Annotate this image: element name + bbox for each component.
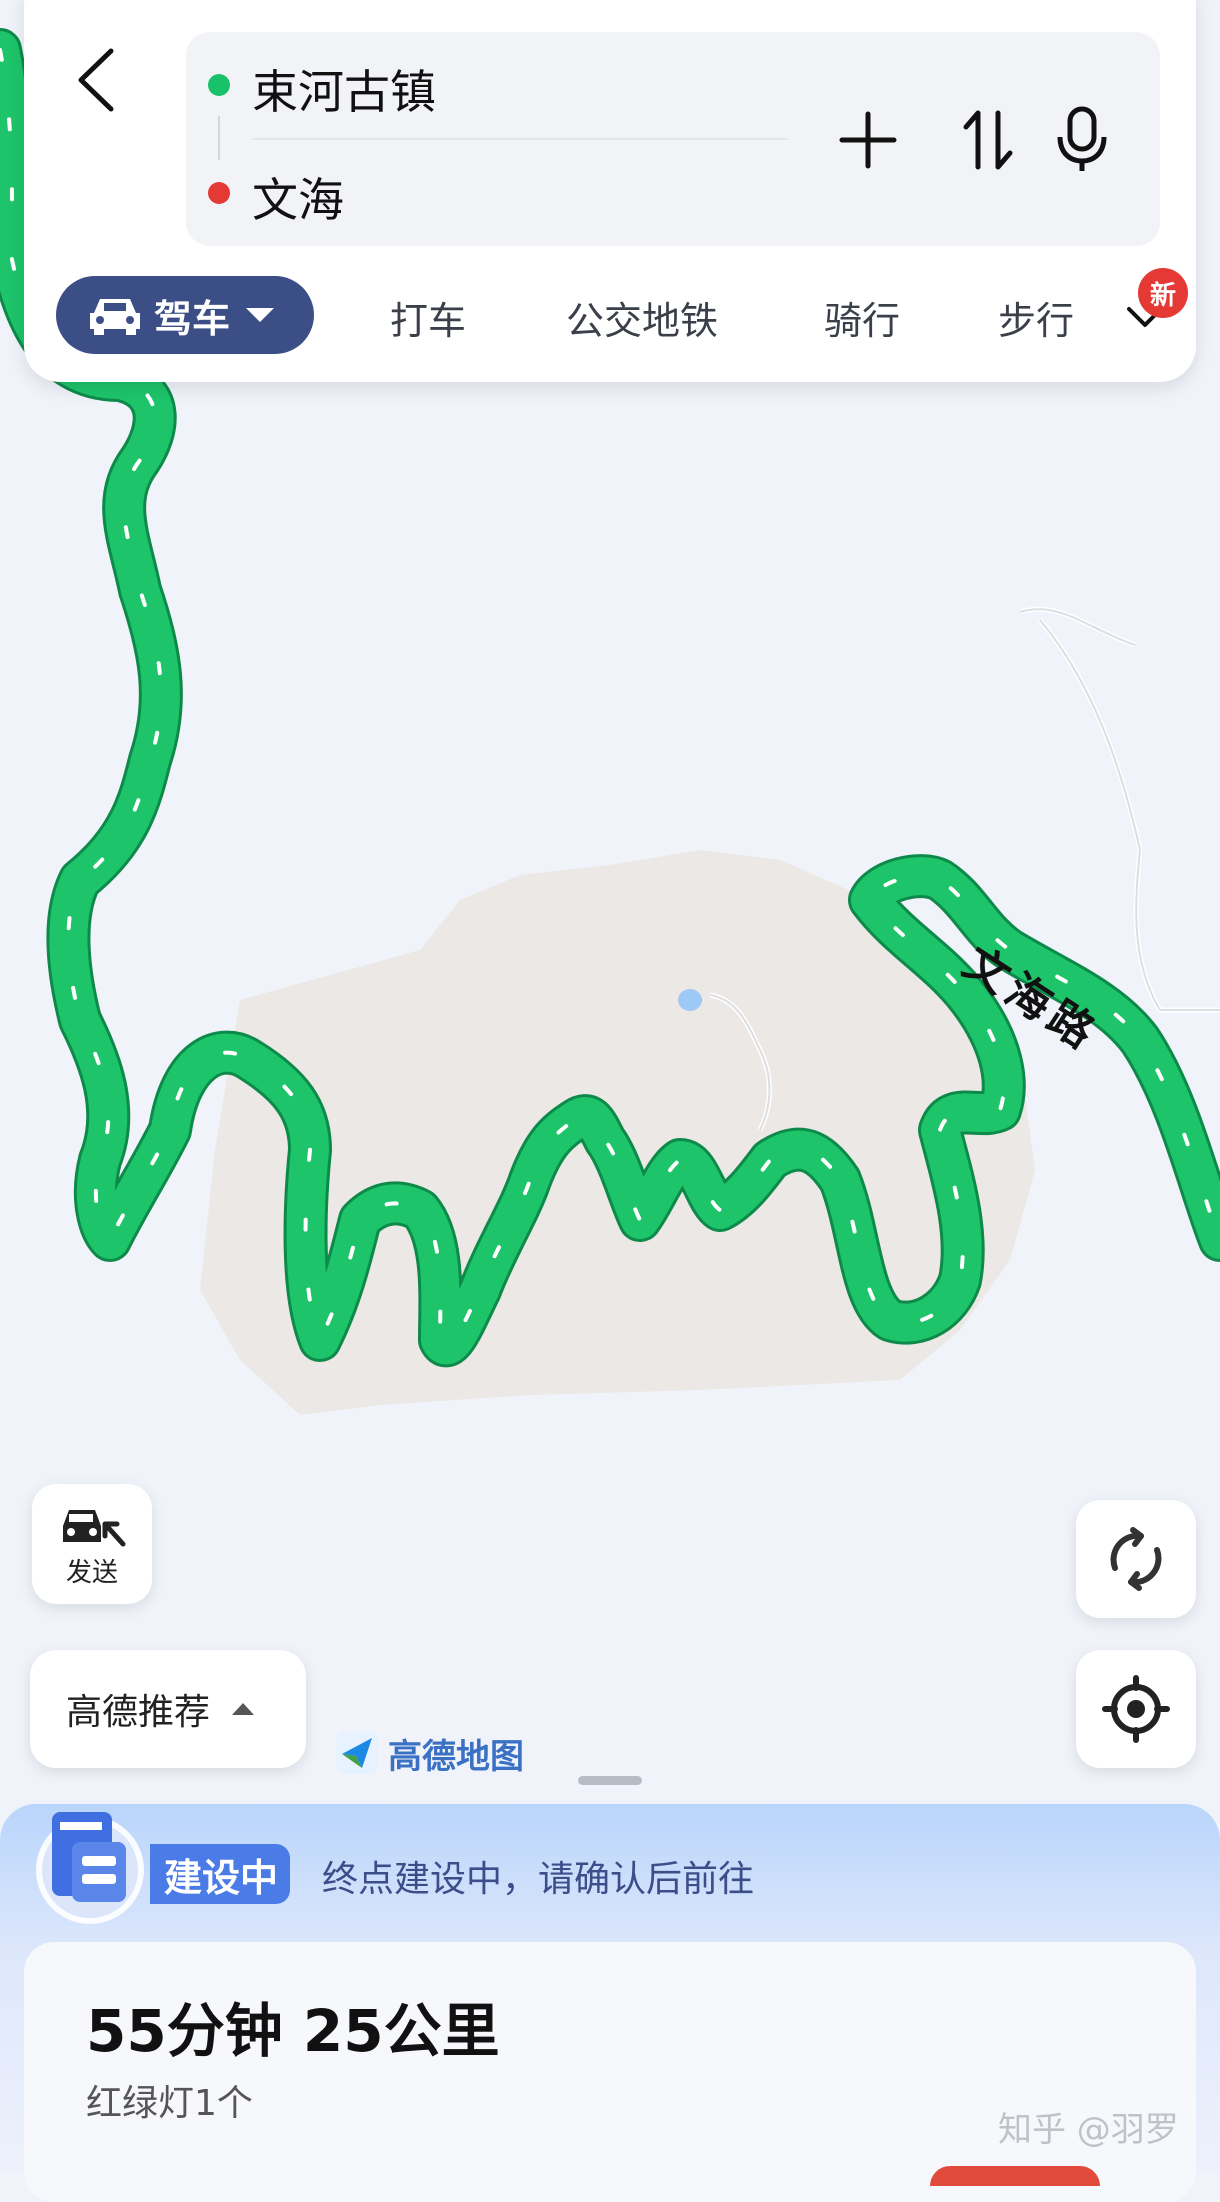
mode-bike-tab[interactable]: 骑行: [824, 290, 900, 345]
watermark: 知乎 @羽罗: [998, 2110, 1179, 2150]
amap-logo-icon: [336, 1732, 378, 1774]
car-icon: [90, 299, 140, 335]
refresh-icon: [1110, 1527, 1162, 1591]
end-location-field[interactable]: 文海: [252, 164, 344, 230]
travel-mode-bar: 驾车 打车 公交地铁 骑行 步行 新: [56, 268, 1188, 358]
locate-icon: [1102, 1675, 1170, 1743]
construction-status-badge: 建设中: [150, 1844, 291, 1904]
start-location-field[interactable]: 束河古镇: [252, 56, 436, 122]
locate-me-button[interactable]: [1076, 1650, 1196, 1768]
mode-drive-label: 驾车: [154, 296, 231, 341]
swap-route-button[interactable]: [950, 102, 1026, 178]
start-dot-icon: [208, 74, 230, 96]
send-car-icon: [63, 1509, 126, 1546]
route-eta: 55分钟 25公里: [86, 1997, 500, 2065]
mode-taxi-tab[interactable]: 打车: [390, 290, 466, 345]
end-dot-icon: [208, 182, 230, 204]
construction-icon: [36, 1812, 144, 1924]
chevron-left-icon: [78, 48, 114, 112]
voice-input-button[interactable]: [1044, 102, 1120, 178]
amap-logo: 高德地图: [334, 1730, 524, 1777]
back-button[interactable]: [60, 40, 130, 120]
route-info-card[interactable]: [24, 1942, 1196, 2202]
sheet-drag-handle[interactable]: [578, 1776, 642, 1785]
mode-walk-tab[interactable]: 步行: [998, 290, 1078, 345]
route-preference-label: 高德推荐: [66, 1692, 211, 1733]
divider: [252, 138, 788, 140]
plus-icon: [839, 111, 897, 169]
construction-notice: 终点建设中，请确认后前往: [322, 1859, 755, 1900]
caret-up-icon: [232, 1703, 255, 1715]
microphone-icon: [1057, 106, 1107, 171]
traffic-light-count: 红绿灯1个: [86, 2083, 253, 2124]
mode-transit-tab[interactable]: 公交地铁: [566, 290, 718, 345]
send-to-car-button[interactable]: 发送: [32, 1484, 152, 1604]
new-badge: 新: [1138, 268, 1188, 318]
add-waypoint-button[interactable]: [830, 102, 906, 178]
water-spot: [678, 989, 702, 1011]
amap-brand-text: 高德地图: [388, 1736, 524, 1777]
route-connector: [218, 116, 220, 160]
start-navigation-button[interactable]: [930, 2166, 1100, 2186]
send-label: 发送: [65, 1557, 118, 1588]
caret-down-icon: [246, 308, 275, 322]
refresh-route-button[interactable]: [1076, 1500, 1196, 1618]
swap-icon: [963, 110, 1013, 170]
route-preference-button[interactable]: 高德推荐: [30, 1650, 306, 1768]
mode-drive-tab[interactable]: 驾车: [56, 276, 314, 354]
